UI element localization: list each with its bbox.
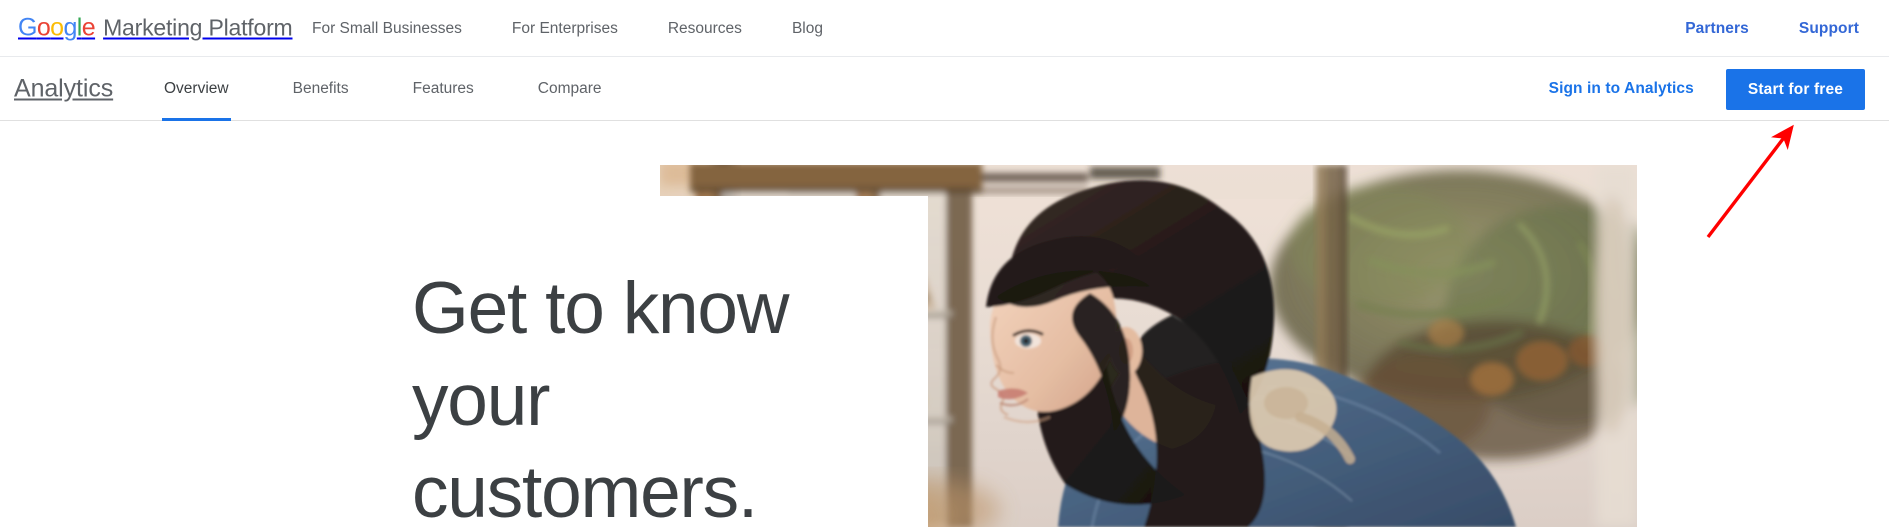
product-tabs: Overview Benefits Features Compare <box>162 57 602 121</box>
global-nav-resources[interactable]: Resources <box>646 0 770 57</box>
logo-letter-g-blue: G <box>18 13 37 42</box>
google-marketing-platform-logo[interactable]: Google Marketing Platform <box>18 14 293 43</box>
hero-section: Get to know your customers. <box>0 121 1889 527</box>
support-link[interactable]: Support <box>1799 20 1859 38</box>
page-root: Google Marketing Platform For Small Busi… <box>0 0 1889 527</box>
sign-in-to-analytics-link[interactable]: Sign in to Analytics <box>1549 80 1694 98</box>
partners-link[interactable]: Partners <box>1685 20 1749 38</box>
global-nav-blog[interactable]: Blog <box>770 0 851 57</box>
hero-headline-line-1: Get to know <box>412 267 790 349</box>
tab-benefits[interactable]: Benefits <box>293 57 349 121</box>
logo-letter-o-red: o <box>36 13 51 42</box>
global-utility-links: Partners Support <box>1685 0 1859 57</box>
google-wordmark: Google <box>18 13 96 43</box>
tab-overview[interactable]: Overview <box>162 57 231 121</box>
product-actions: Sign in to Analytics Start for free <box>1549 57 1865 121</box>
hero-headline-line-2: your <box>412 359 550 441</box>
hero-headline: Get to know your customers. <box>412 263 862 527</box>
product-title-analytics[interactable]: Analytics <box>14 74 113 103</box>
logo-letter-g-blue-2: g <box>63 13 77 42</box>
logo-letter-o-yellow: o <box>50 13 64 42</box>
hero-headline-line-3: customers. <box>412 451 758 527</box>
global-nav-for-enterprises[interactable]: For Enterprises <box>490 0 646 57</box>
tab-compare[interactable]: Compare <box>538 57 602 121</box>
global-nav: For Small Businesses For Enterprises Res… <box>312 0 851 57</box>
global-nav-for-small-businesses[interactable]: For Small Businesses <box>312 0 490 57</box>
tab-features[interactable]: Features <box>413 57 474 121</box>
global-top-bar: Google Marketing Platform For Small Busi… <box>0 0 1889 57</box>
logo-letter-e-red: e <box>81 13 96 42</box>
product-nav-bar: Analytics Overview Benefits Features Com… <box>0 57 1889 121</box>
marketing-platform-text: Marketing Platform <box>103 14 293 41</box>
start-for-free-button[interactable]: Start for free <box>1725 68 1865 110</box>
